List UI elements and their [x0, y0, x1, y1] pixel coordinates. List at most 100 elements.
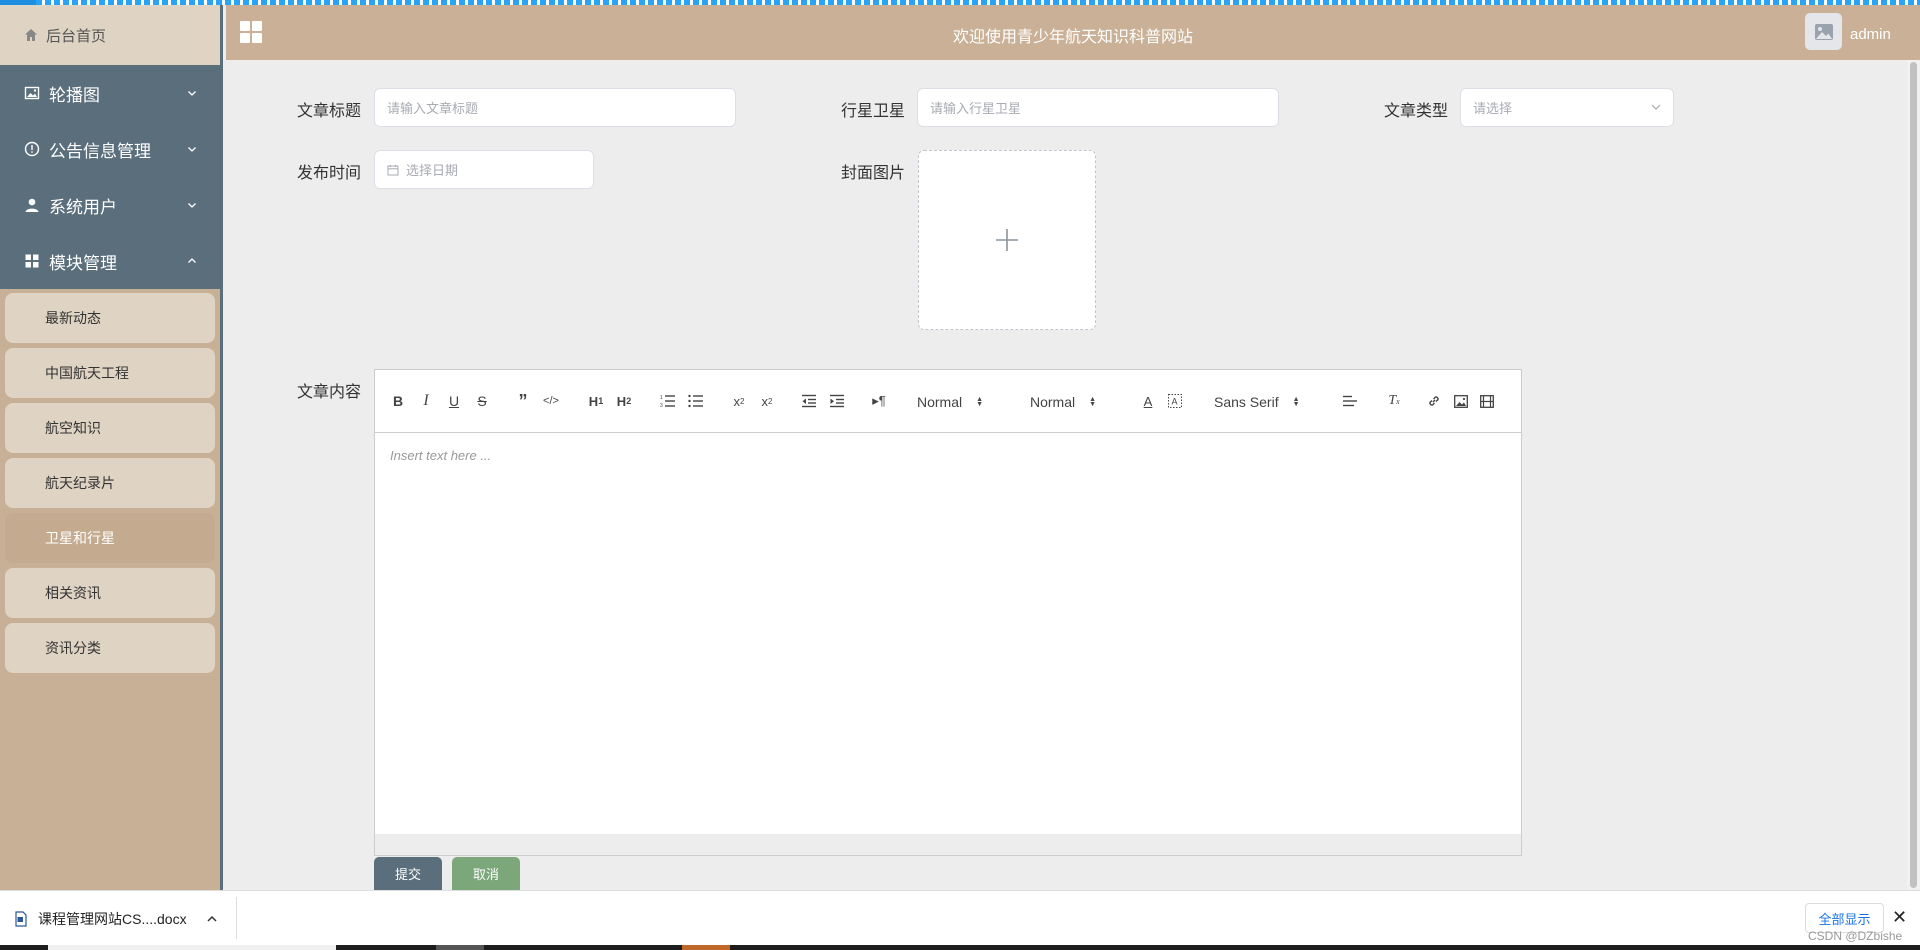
type-select[interactable]: 请选择 — [1460, 88, 1674, 127]
plus-icon — [996, 229, 1018, 251]
underline-icon[interactable]: U — [445, 390, 463, 412]
sidebar-item-aviation-knowledge[interactable]: 航空知识 — [5, 403, 215, 453]
heading-1-icon[interactable]: H1 — [585, 390, 607, 412]
date-picker-placeholder: 选择日期 — [406, 163, 459, 178]
os-taskbar — [0, 945, 1920, 950]
cover-image-upload[interactable] — [918, 150, 1096, 330]
page-title: 欢迎使用青少年航天知识科普网站 — [952, 29, 1193, 46]
submit-button[interactable]: 提交 — [374, 857, 442, 890]
sidebar-menu-label: 轮播图 — [49, 85, 100, 105]
svg-text:3: 3 — [660, 403, 663, 408]
header-select[interactable]: Normal ▲ ▼ — [917, 392, 1007, 412]
sidebar-menu-notice[interactable]: 公告信息管理 — [0, 121, 220, 177]
page-scrollbar[interactable] — [1907, 60, 1920, 890]
watermark: CSDN @DZbishe — [1808, 929, 1903, 943]
editor-toolbar: B I U S ” </> H1 H2 13 x2 x2 ▸¶ Normal ▲… — [375, 370, 1521, 433]
sidebar-menu-modules[interactable]: 模块管理 — [0, 233, 220, 289]
avatar[interactable] — [1805, 13, 1842, 50]
picture-icon — [24, 85, 40, 101]
size-select-value: Normal — [1030, 394, 1076, 410]
outdent-icon[interactable] — [800, 390, 818, 412]
subscript-icon[interactable]: x2 — [729, 390, 749, 412]
home-icon — [24, 28, 38, 42]
sidebar-menu-carousel[interactable]: 轮播图 — [0, 65, 220, 121]
rich-text-editor: B I U S ” </> H1 H2 13 x2 x2 ▸¶ Normal ▲… — [374, 369, 1522, 856]
sidebar-home-label: 后台首页 — [46, 27, 107, 45]
top-header: 欢迎使用青少年航天知识科普网站 admin — [226, 5, 1920, 60]
align-icon[interactable] — [1341, 390, 1359, 412]
username[interactable]: admin — [1850, 26, 1891, 43]
sidebar-menu-users[interactable]: 系统用户 — [0, 177, 220, 233]
clear-format-icon[interactable]: Tx — [1384, 390, 1404, 412]
chevron-up-icon[interactable] — [207, 915, 217, 923]
chevron-up-icon — [186, 255, 198, 267]
code-block-icon[interactable]: </> — [542, 390, 560, 412]
editor-footer — [375, 834, 1521, 855]
info-icon — [24, 141, 40, 157]
sidebar-item-latest-news[interactable]: 最新动态 — [5, 293, 215, 343]
sidebar: 后台首页 轮播图 公告信息管理 系统用户 模块管理 最新动态 中国航天工程 航空… — [0, 5, 223, 890]
calendar-icon — [387, 164, 399, 175]
cancel-button[interactable]: 取消 — [452, 857, 520, 890]
sidebar-item-satellites-planets[interactable]: 卫星和行星 — [5, 513, 215, 563]
sidebar-menu-label: 模块管理 — [49, 253, 117, 273]
header-select-value: Normal — [917, 394, 963, 410]
heading-2-icon[interactable]: H2 — [613, 390, 635, 412]
word-document-icon — [15, 911, 27, 927]
planet-label: 行星卫星 — [841, 103, 906, 120]
bullet-list-icon[interactable] — [687, 390, 705, 412]
font-select-value: Sans Serif — [1214, 394, 1279, 410]
sidebar-menu-label: 公告信息管理 — [49, 141, 151, 161]
bold-icon[interactable]: B — [389, 390, 407, 412]
download-item[interactable]: 课程管理网站CS....docx — [14, 905, 217, 933]
sidebar-menu-group: 轮播图 公告信息管理 系统用户 模块管理 — [0, 65, 220, 289]
svg-text:A: A — [1172, 397, 1178, 407]
chevron-down-icon — [186, 199, 198, 211]
sidebar-item-china-aerospace[interactable]: 中国航天工程 — [5, 348, 215, 398]
text-direction-icon[interactable]: ▸¶ — [869, 390, 889, 412]
sidebar-menu-label: 系统用户 — [49, 197, 117, 217]
chevron-down-icon — [186, 87, 198, 99]
size-select[interactable]: Normal ▲ ▼ — [1030, 392, 1120, 412]
sidebar-submenu: 最新动态 中国航天工程 航空知识 航天纪录片 卫星和行星 相关资讯 资讯分类 — [0, 289, 220, 673]
editor-placeholder: Insert text here ... — [390, 448, 492, 463]
sidebar-item-news-category[interactable]: 资讯分类 — [5, 623, 215, 673]
planet-input[interactable]: 请输入行星卫星 — [917, 88, 1279, 127]
blockquote-icon[interactable]: ” — [514, 390, 532, 412]
editor-content-area[interactable]: Insert text here ... — [375, 434, 1521, 835]
download-file-name: 课程管理网站CS....docx — [38, 911, 187, 927]
sidebar-home[interactable]: 后台首页 — [0, 5, 220, 65]
download-bar: 课程管理网站CS....docx 全部显示 ✕ — [0, 890, 1920, 945]
video-icon[interactable] — [1478, 390, 1496, 412]
font-color-icon[interactable]: A — [1139, 390, 1157, 412]
content-label: 文章内容 — [297, 384, 362, 401]
ordered-list-icon[interactable]: 13 — [659, 390, 677, 412]
scrollbar-thumb[interactable] — [1910, 62, 1917, 888]
superscript-icon[interactable]: x2 — [757, 390, 777, 412]
title-input[interactable]: 请输入文章标题 — [374, 88, 736, 127]
type-label: 文章类型 — [1384, 103, 1449, 120]
close-icon[interactable]: ✕ — [1892, 907, 1907, 928]
link-icon[interactable] — [1425, 390, 1443, 412]
sidebar-item-related-news[interactable]: 相关资讯 — [5, 568, 215, 618]
download-bar-divider — [236, 897, 237, 939]
chevron-down-icon — [186, 143, 198, 155]
title-label: 文章标题 — [297, 103, 362, 120]
svg-text:1: 1 — [660, 395, 663, 401]
date-picker[interactable]: 选择日期 — [374, 150, 594, 189]
strikethrough-icon[interactable]: S — [473, 390, 491, 412]
type-select-placeholder: 请选择 — [1473, 101, 1513, 116]
cover-label: 封面图片 — [841, 165, 906, 182]
chevron-down-icon — [1651, 104, 1661, 110]
user-icon — [24, 197, 40, 213]
font-select[interactable]: Sans Serif ▲ ▼ — [1214, 392, 1324, 412]
image-placeholder-icon — [1814, 23, 1833, 40]
indent-icon[interactable] — [828, 390, 846, 412]
select-arrows-icon: ▲ ▼ — [1292, 396, 1300, 408]
image-icon[interactable] — [1452, 390, 1470, 412]
date-label: 发布时间 — [297, 165, 362, 182]
background-color-icon[interactable]: A — [1166, 390, 1184, 412]
select-arrows-icon: ▲ ▼ — [1089, 396, 1097, 408]
sidebar-item-aerospace-documentary[interactable]: 航天纪录片 — [5, 458, 215, 508]
italic-icon[interactable]: I — [417, 390, 435, 412]
